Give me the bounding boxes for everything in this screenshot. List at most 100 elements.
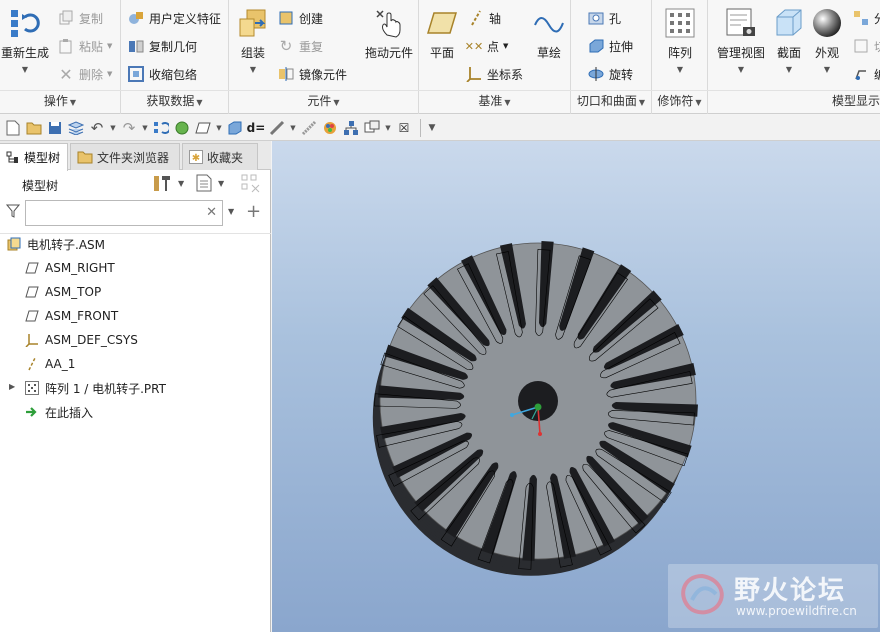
favorites-star-icon: ✱ — [189, 150, 203, 164]
group-label-modifiers[interactable]: 修饰符 ▼ — [652, 92, 707, 110]
tree-show-button[interactable]: ▼ — [194, 173, 224, 193]
revolve-button[interactable]: 旋转 — [587, 65, 633, 83]
regenerate-button[interactable]: 重新生成 ▼ — [0, 6, 50, 74]
shrinkwrap-button[interactable]: 收缩包络 — [127, 65, 197, 83]
ribbon: 重新生成 ▼ 复制 粘贴 ▼ ✕ 删除 ▼ 操作 ▼ 用户定义特征 复制几何 收… — [0, 0, 880, 114]
repeat-button[interactable]: ↻ 重复 — [277, 37, 323, 55]
chevron-down-icon: ▼ — [503, 42, 509, 50]
delete-button[interactable]: ✕ 删除 ▼ — [57, 65, 112, 84]
tree-item-asm-def-csys[interactable]: ASM_DEF_CSYS — [24, 329, 138, 351]
display-clip-button-3[interactable]: 编 — [852, 65, 880, 83]
csys-button[interactable]: 坐标系 — [465, 65, 523, 83]
saved-view-icon[interactable] — [226, 119, 244, 137]
undo-icon[interactable]: ↶ — [88, 119, 106, 137]
tree-item-insert-here[interactable]: 在此插入 — [24, 401, 93, 423]
tree-item-aa-1[interactable]: AA_1 — [24, 353, 75, 375]
tab-folder-browser[interactable]: 文件夹浏览器 — [70, 143, 180, 170]
color-palette-icon[interactable] — [321, 119, 339, 137]
appearance-button[interactable]: 外观 ▼ — [810, 6, 844, 74]
assemble-button[interactable]: 组装 ▼ — [233, 6, 273, 74]
expand-arrow-icon[interactable]: ▶ — [9, 382, 15, 391]
tree-item-label: 电机转子.ASM — [27, 237, 105, 252]
mirror-icon — [277, 65, 295, 83]
user-defined-feature-button[interactable]: 用户定义特征 — [127, 9, 221, 27]
copy-geometry-label: 复制几何 — [149, 39, 198, 54]
layers-icon[interactable] — [67, 119, 85, 137]
tree-settings-button[interactable]: ▼ — [152, 173, 184, 193]
pattern-label: 阵列 — [667, 46, 692, 60]
tree-columns-icon — [241, 174, 260, 193]
mirror-component-button[interactable]: 镜像元件 — [277, 65, 347, 83]
insert-arrow-icon — [24, 404, 40, 420]
copy-geometry-button[interactable]: 复制几何 — [127, 37, 197, 55]
hole-button[interactable]: 孔 — [587, 9, 621, 27]
new-file-icon[interactable] — [4, 119, 22, 137]
plane-button[interactable]: 平面 — [423, 6, 461, 61]
hierarchy-icon[interactable] — [342, 119, 360, 137]
sketch-button[interactable]: 草绘 — [529, 6, 569, 61]
group-label-cut-surface[interactable]: 切口和曲面 ▼ — [571, 92, 651, 110]
tree-item-label: 在此插入 — [45, 405, 94, 420]
chevron-down-icon[interactable]: ▼ — [141, 124, 149, 132]
regenerate-small-icon[interactable] — [152, 119, 170, 137]
clear-search-icon[interactable]: ✕ — [206, 205, 217, 220]
display-clip-button-2[interactable]: 切 — [852, 37, 880, 55]
ribbon-group-get-data: 用户定义特征 复制几何 收缩包络 获取数据 ▼ — [121, 0, 229, 114]
group-label-datum[interactable]: 基准 ▼ — [419, 92, 570, 110]
group-label-get-data[interactable]: 获取数据 ▼ — [121, 92, 228, 110]
tree-item-pattern[interactable]: 阵列 1 / 电机转子.PRT — [24, 377, 166, 399]
toolbar-separator — [420, 118, 421, 137]
close-window-icon[interactable]: ☒ — [395, 119, 413, 137]
tree-item-assembly[interactable]: 电机转子.ASM — [6, 233, 105, 255]
chevron-down-icon: ▼ — [218, 178, 225, 188]
extrude-button[interactable]: 拉伸 — [587, 37, 633, 55]
group-label-component[interactable]: 元件 ▼ — [229, 92, 418, 110]
ruler-icon[interactable] — [268, 119, 286, 137]
add-filter-icon[interactable]: + — [246, 201, 261, 222]
measure-icon[interactable] — [300, 119, 318, 137]
point-button[interactable]: ✕✕ 点 ▼ — [465, 37, 509, 55]
tree-search-box[interactable]: ✕ — [25, 200, 223, 226]
chevron-down-icon[interactable]: ▼ — [384, 124, 392, 132]
tree-item-asm-top[interactable]: ASM_TOP — [24, 281, 101, 303]
axis-button[interactable]: 轴 — [467, 9, 501, 27]
chevron-down-icon: ▼ — [107, 42, 113, 50]
tree-item-asm-front[interactable]: ASM_FRONT — [24, 305, 118, 327]
datum-plane-small-icon[interactable] — [194, 119, 212, 137]
graphics-viewport[interactable]: 野火论坛 www.proewildfire.cn — [272, 141, 880, 632]
redo-icon[interactable]: ↷ — [120, 119, 138, 137]
section-button[interactable]: 截面 ▼ — [772, 6, 806, 74]
chevron-down-icon: ▼ — [178, 178, 185, 188]
ribbon-group-cut-surface: 孔 拉伸 旋转 切口和曲面 ▼ — [571, 0, 652, 114]
drag-component-button[interactable]: 拖动元件 — [361, 6, 417, 61]
tree-item-asm-right[interactable]: ASM_RIGHT — [24, 257, 115, 279]
dimension-icon[interactable]: d= — [247, 119, 266, 137]
copy-icon — [57, 9, 75, 27]
chevron-down-icon[interactable]: ▼ — [215, 124, 223, 132]
group-label-model-display[interactable]: 模型显示 — [708, 92, 880, 110]
open-folder-icon[interactable] — [25, 119, 43, 137]
paste-button[interactable]: 粘贴 ▼ — [57, 37, 112, 55]
display-clip-label-1: 分 — [874, 10, 880, 27]
chevron-down-icon[interactable]: ▼ — [289, 124, 297, 132]
chevron-down-icon[interactable]: ▼ — [109, 124, 117, 132]
filter-icon[interactable] — [5, 204, 21, 221]
chevron-down-icon: ▼ — [333, 98, 340, 107]
windows-icon[interactable] — [363, 119, 381, 137]
regenerate-label: 重新生成 — [0, 46, 49, 60]
pattern-button[interactable]: 阵列 ▼ — [660, 6, 700, 74]
tree-columns-button[interactable] — [240, 173, 262, 193]
customize-toolbar-icon[interactable]: ▼ — [428, 123, 436, 133]
user-feature-icon — [127, 9, 145, 27]
manage-views-button[interactable]: 管理视图 ▼ — [714, 6, 768, 74]
group-label-operations[interactable]: 操作 ▼ — [0, 92, 120, 110]
save-icon[interactable] — [46, 119, 64, 137]
sphere-small-icon[interactable] — [173, 119, 191, 137]
create-button[interactable]: 创建 — [277, 9, 323, 27]
rotor-model[interactable] — [272, 141, 880, 632]
search-options-dropdown[interactable]: ▼ — [228, 207, 234, 216]
tab-model-tree[interactable]: 模型树 — [0, 143, 68, 171]
display-clip-button-1[interactable]: 分 — [852, 9, 880, 27]
copy-button[interactable]: 复制 — [57, 9, 103, 27]
tab-favorites[interactable]: ✱ 收藏夹 — [182, 143, 258, 170]
